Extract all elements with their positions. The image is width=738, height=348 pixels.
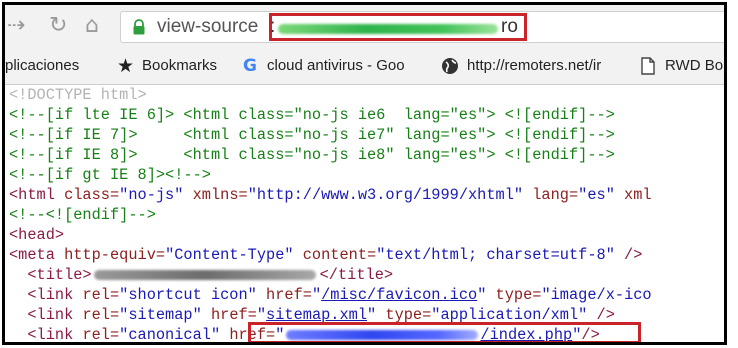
url-scheme-text: view-source — [157, 16, 259, 37]
source-line-9: <meta http-equiv="Content-Type" content=… — [9, 246, 643, 264]
home-icon[interactable]: ⌂ — [85, 11, 99, 41]
reload-icon[interactable]: ↻ — [49, 11, 67, 41]
google-g-icon: G — [243, 56, 257, 76]
bookmark-bookmarks[interactable]: Bookmarks — [142, 48, 217, 84]
bookmark-apps[interactable]: plicaciones — [5, 48, 79, 84]
bookmark-remoters[interactable]: http://remoters.net/ir — [467, 48, 621, 84]
forward-arrow-icon[interactable]: ⇢ — [7, 11, 25, 41]
source-line-6: <html class="no-js" xmlns="http://www.w3… — [9, 186, 652, 204]
browser-window: ⇢ ↻ ⌂ view-source : ro plicaciones ★ Boo… — [2, 2, 727, 345]
url-highlight-box: : ro — [269, 13, 527, 41]
star-icon: ★ — [117, 55, 135, 77]
page-icon — [641, 57, 655, 75]
source-line-2: <!--[if lte IE 6]> <html class="no-js ie… — [9, 106, 615, 124]
source-line-1: <!DOCTYPE html> — [9, 86, 147, 104]
source-line-8: <head> — [9, 226, 65, 244]
lock-icon — [133, 19, 145, 35]
redacted-title — [92, 265, 320, 285]
redacted-domain — [278, 24, 498, 34]
source-line-5: <!--[if gt IE 8]><!--> — [9, 166, 211, 184]
bookmark-cloud-antivirus[interactable]: cloud antivirus - Goo — [267, 48, 419, 84]
url-colon: : — [270, 16, 276, 37]
bookmarks-bar: plicaciones ★ Bookmarks G cloud antiviru… — [5, 48, 724, 85]
source-line-11: <link rel="shortcut icon" href="/misc/fa… — [27, 286, 652, 304]
browser-toolbar: ⇢ ↻ ⌂ view-source : ro — [5, 5, 724, 48]
globe-icon — [442, 58, 458, 74]
source-line-7: <!--<![endif]--> — [9, 206, 156, 224]
favicon-link[interactable]: /misc/favicon.ico — [321, 286, 477, 304]
source-line-4: <!--[if IE 8]> <html class="no-js ie8" l… — [9, 146, 615, 164]
address-bar[interactable]: view-source : ro — [120, 11, 724, 43]
source-code-view: <!DOCTYPE html> <!--[if lte IE 6]> <html… — [9, 85, 724, 342]
canonical-highlight-box — [248, 322, 641, 342]
bookmark-rwd[interactable]: RWD Bo — [665, 48, 724, 84]
source-line-10: <title> </title> — [27, 265, 394, 285]
source-line-3: <!--[if IE 7]> <html class="no-js ie7" l… — [9, 126, 615, 144]
url-tail-text: ro — [501, 16, 518, 37]
